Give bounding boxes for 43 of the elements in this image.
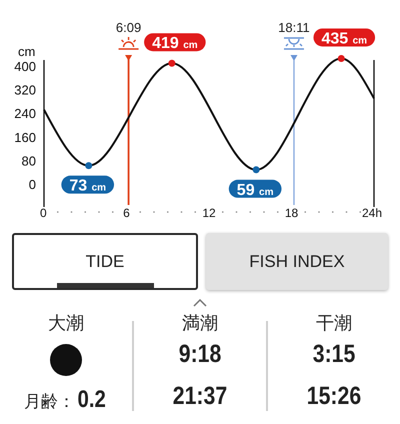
axis-label: 80 (22, 154, 36, 169)
axis-title: cm (18, 44, 36, 59)
height-badge: 59 cm (228, 180, 282, 199)
moon-age-value: 0.2 (77, 385, 106, 415)
axis-label: 24h (362, 206, 382, 220)
tide-type-label: 大潮 (48, 312, 84, 335)
tab[interactable]: FISH INDEX (206, 233, 388, 290)
pointer-icon (125, 55, 132, 61)
moon-phase-icon (50, 344, 82, 376)
tide-time: 3:15 (312, 339, 356, 369)
high-tide-point (338, 54, 345, 62)
axis-label: 18 (284, 206, 298, 220)
high-tide-point (168, 60, 176, 67)
tide-time: 21:37 (172, 381, 228, 411)
low-tide-point (252, 166, 260, 174)
height-badge: 435 cm (313, 28, 376, 48)
annotation: 59 cm (236, 182, 274, 199)
axis-label: 12 (202, 206, 216, 220)
sun-horizon-icon (284, 37, 304, 50)
height-badge: 419 cm (144, 33, 206, 52)
tab[interactable]: TIDE (12, 233, 198, 290)
column-heading: 干潮 (316, 312, 352, 335)
chevron-up-icon[interactable] (193, 299, 207, 307)
low-tide-point (85, 162, 92, 170)
axis-label: 0 (28, 177, 36, 192)
axis-label: 160 (14, 130, 36, 145)
tide-time: 9:18 (178, 339, 222, 369)
sun-horizon-icon (118, 37, 139, 50)
axis-label: 400 (14, 58, 36, 74)
annotation: 435 cm (321, 30, 368, 48)
tide-time: 15:26 (306, 381, 362, 411)
axis-label: 6 (123, 206, 130, 220)
axis-label: 320 (14, 82, 36, 98)
annotation: 73 cm (69, 178, 106, 195)
moon-age-label: 月齢： (24, 391, 75, 413)
time-label: 6:09 (116, 20, 142, 35)
height-badge: 73 cm (61, 176, 114, 195)
axis-label: 0 (40, 206, 47, 220)
pointer-icon (290, 55, 298, 61)
column-heading: 満潮 (182, 312, 218, 335)
annotation: 419 cm (152, 35, 198, 52)
time-label: 18:11 (278, 20, 310, 35)
axis-label: 240 (14, 106, 36, 122)
